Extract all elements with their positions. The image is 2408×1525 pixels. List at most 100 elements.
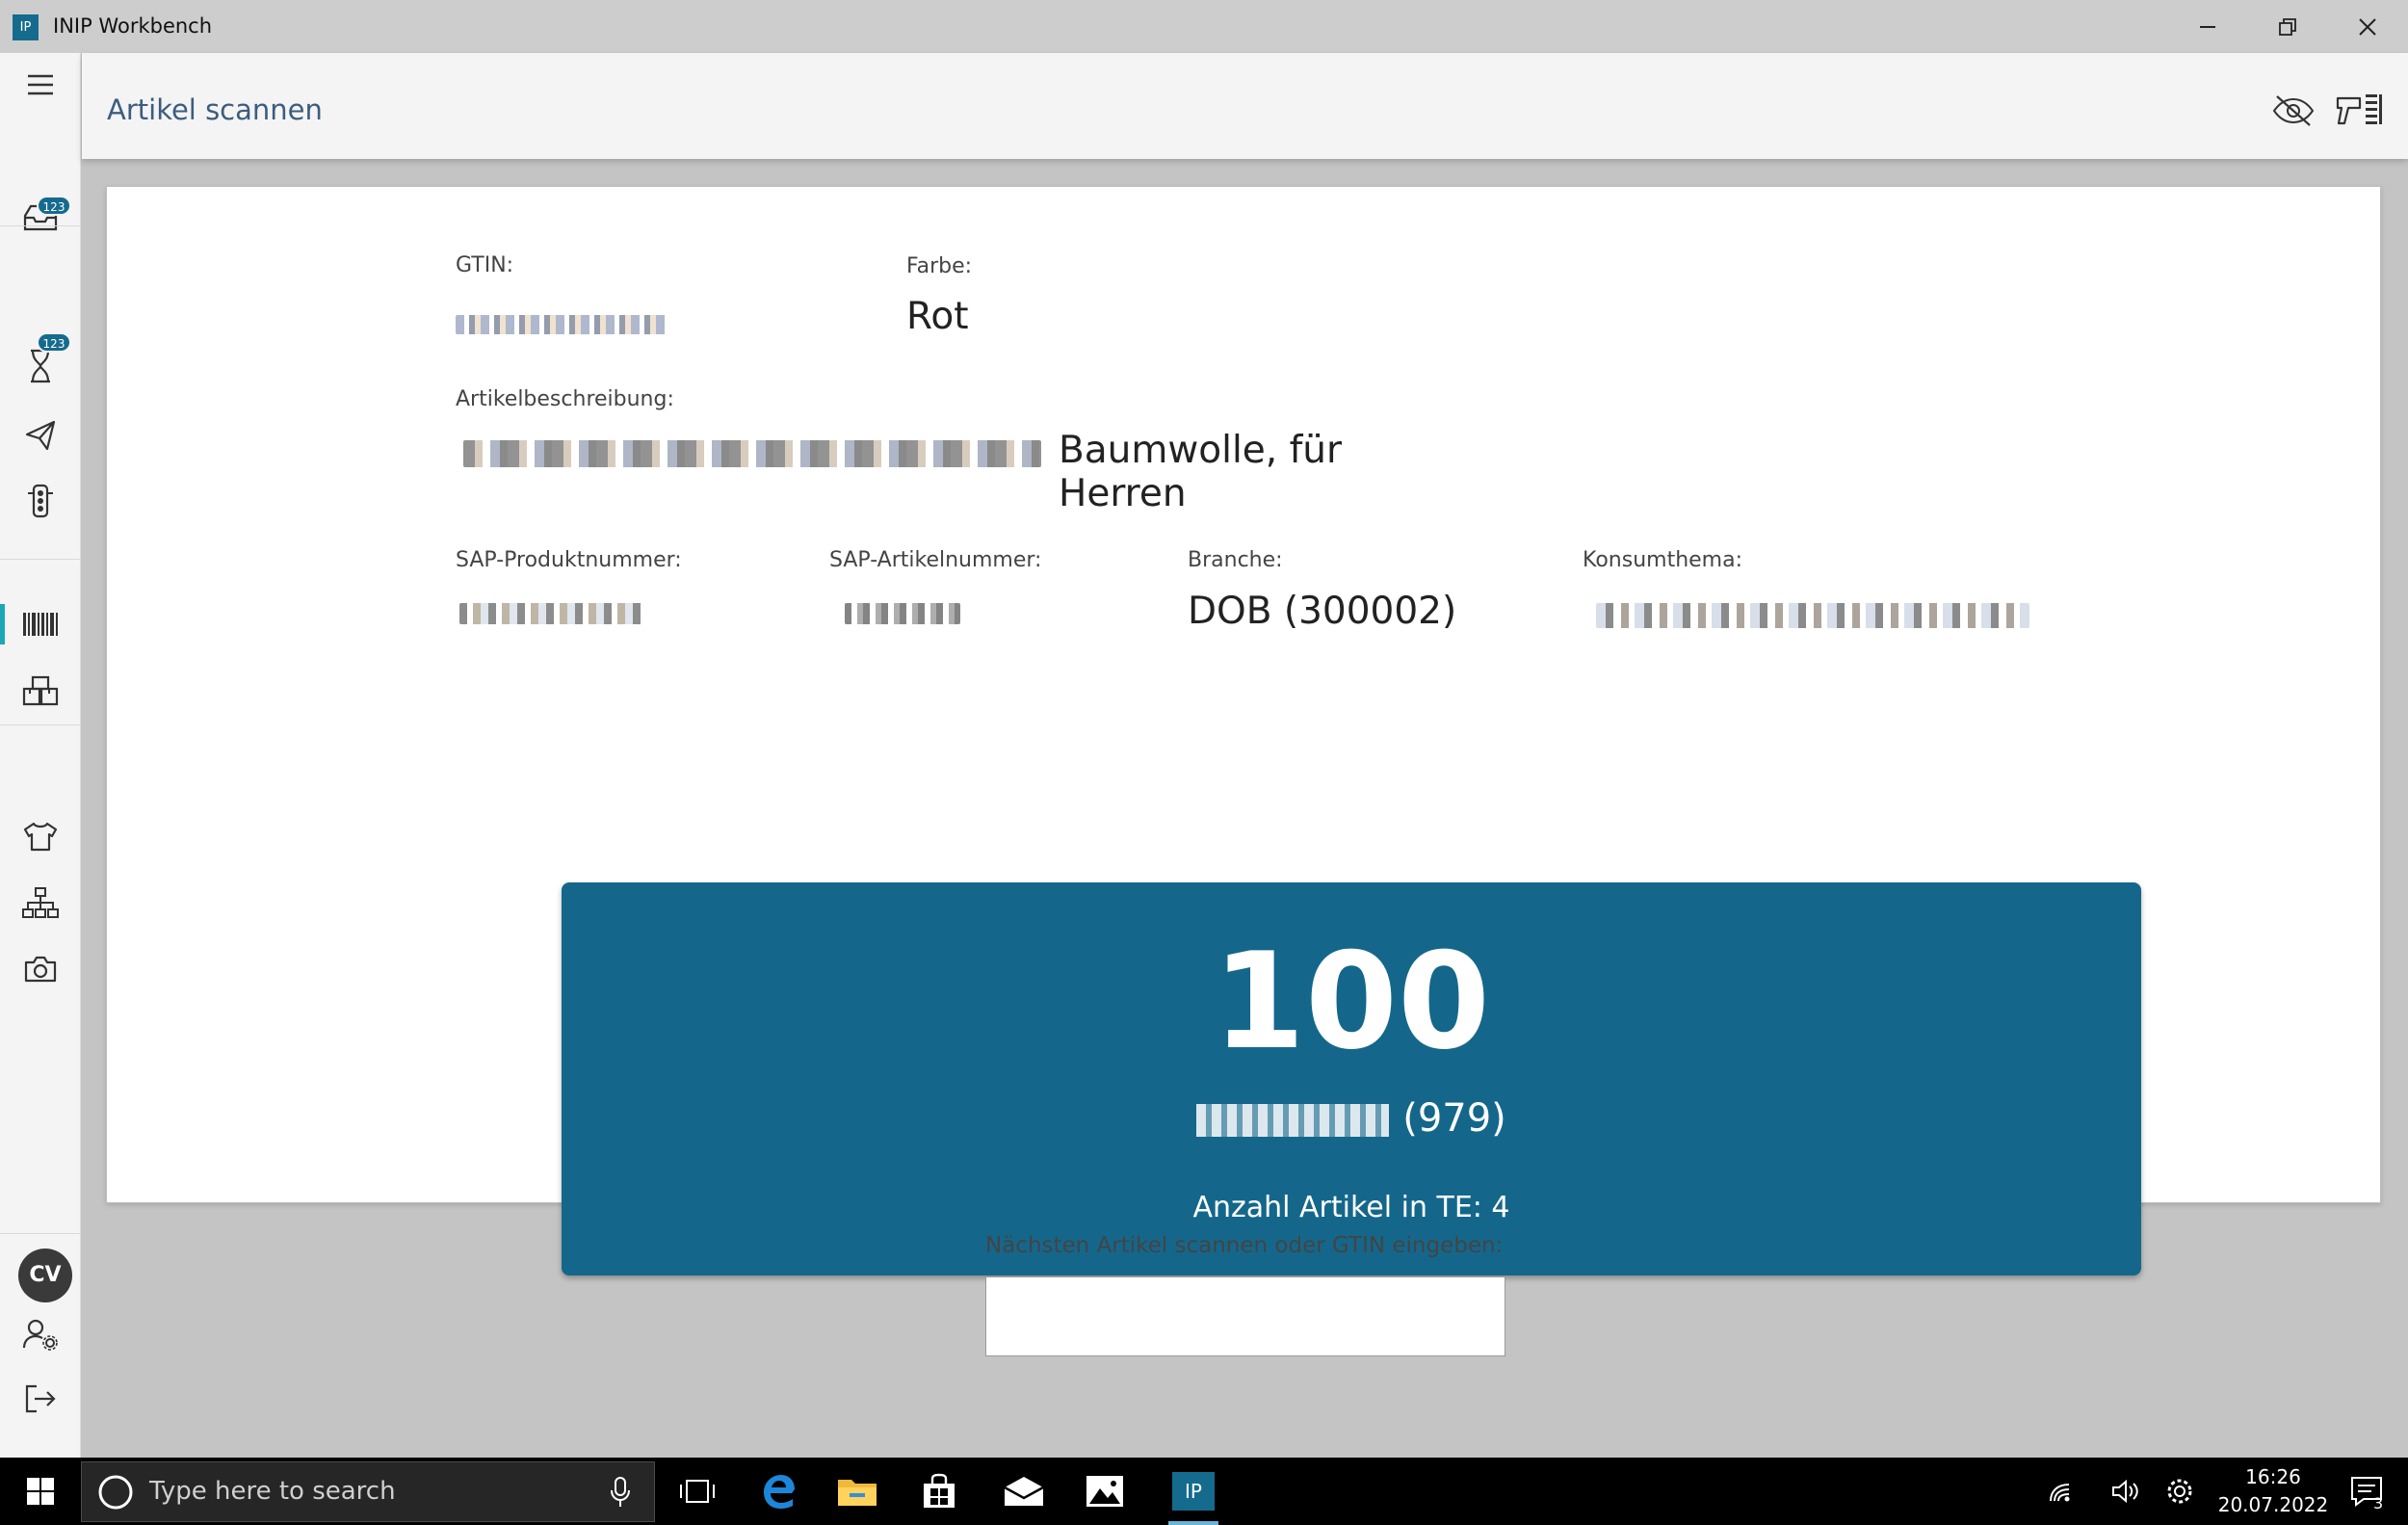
window-titlebar: IP INIP Workbench [0,0,2408,53]
farbe-value: Rot [906,295,969,338]
sidebar-item-barcode-scan[interactable] [0,595,81,653]
taskbar-inip-workbench[interactable]: IP [1168,1458,1218,1525]
taskbar-edge[interactable] [740,1458,817,1525]
camera-icon [24,956,57,983]
restore-button[interactable] [2249,0,2326,53]
cortana-circle-icon [98,1475,133,1510]
branche-value: DOB (300002) [1188,590,1457,633]
sidebar-divider [0,225,81,226]
taskbar-clock-date[interactable]: 20.07.2022 [2215,1493,2331,1516]
photos-icon [1086,1476,1123,1507]
taskbar-mail[interactable] [985,1458,1062,1525]
logout-icon [25,1384,56,1413]
gtin-label: GTIN: [456,253,514,277]
branche-label: Branche: [1188,548,1283,572]
microphone-icon[interactable] [610,1476,631,1509]
farbe-label: Farbe: [906,254,973,278]
sidebar-item-hierarchy[interactable] [0,874,81,932]
sidebar-divider [0,724,81,725]
wifi-icon [2050,1484,2070,1502]
org-chart-icon [22,887,59,918]
sap-artikelnummer-label: SAP-Artikelnummer: [829,548,1042,572]
sidebar-item-inbox[interactable]: 123 [0,188,81,246]
taskbar-photos[interactable] [1066,1458,1143,1525]
speaker-icon [2112,1479,2138,1504]
boxes-icon [22,675,59,706]
user-avatar[interactable]: CV [18,1249,72,1302]
page-title: Artikel scannen [107,93,323,126]
start-button[interactable] [2,1458,79,1525]
sap-produktnummer-value-redacted [456,601,648,630]
app-logo-icon: IP [13,14,39,40]
gtin-value-redacted [456,309,667,338]
eye-off-icon [2272,95,2315,126]
search-placeholder: Type here to search [149,1477,396,1506]
edge-browser-icon [764,1475,795,1509]
taskbar-search-box[interactable]: Type here to search [81,1461,655,1522]
gear-icon [2167,1479,2192,1504]
artikelbeschreibung-visible-text: Baumwolle, für Herren [1059,429,1343,515]
sap-produktnummer-label: SAP-Produktnummer: [456,548,682,572]
sidebar-item-send[interactable] [0,407,81,464]
active-app-underline [1168,1521,1218,1525]
sidebar-item-traffic-light[interactable] [0,472,81,530]
network-tray-button[interactable] [2037,1458,2085,1525]
items-in-te-text: Anzahl Artikel in TE: 4 [1192,1191,1510,1224]
gtin-scan-input[interactable] [985,1276,1505,1356]
scan-input-label: Nächsten Artikel scannen oder GTIN einge… [985,1233,1504,1258]
count-subtitle-redacted [1196,1104,1390,1137]
action-center-button[interactable]: 3 [2339,1458,2396,1525]
close-icon [2359,17,2376,36]
minimize-button[interactable] [2169,0,2246,53]
close-button[interactable] [2329,0,2406,53]
minimize-icon [2200,25,2215,28]
folder-icon [838,1480,877,1506]
user-settings-icon [22,1319,58,1351]
article-count-value: 100 [1212,924,1491,1079]
sidebar-item-camera[interactable] [0,940,81,998]
taskbar-store[interactable] [901,1458,978,1525]
inip-app-icon: IP [1172,1472,1215,1511]
scanner-settings-button[interactable] [2330,87,2388,135]
mail-envelope-icon [1004,1477,1044,1506]
sap-artikelnummer-value-redacted [829,601,964,630]
sidebar-item-articles[interactable] [0,807,81,865]
settings-tray-button[interactable] [2156,1458,2204,1525]
barcode-scanner-icon [2336,94,2382,125]
konsumthema-value-redacted [1583,601,2035,632]
restore-icon [2279,17,2296,36]
pending-count-badge: 123 [37,332,71,353]
paper-plane-icon [25,420,56,451]
count-subtitle-code: (979) [1402,1096,1506,1141]
sidebar-item-packages[interactable] [0,663,81,721]
taskbar-file-explorer[interactable] [819,1458,896,1525]
task-view-icon [680,1480,715,1503]
sidebar-item-user-settings[interactable] [0,1305,81,1363]
windows-logo-icon [27,1478,54,1505]
tshirt-icon [23,822,58,852]
hamburger-menu-icon [28,74,53,95]
sidebar-divider [0,1233,81,1234]
konsumthema-label: Konsumthema: [1583,548,1742,572]
sidebar-item-logout[interactable] [0,1370,81,1428]
artikelbeschreibung-label: Artikelbeschreibung: [456,387,674,411]
notification-count: 3 [2373,1494,2384,1512]
count-subtitle: (979) [562,1096,2141,1141]
task-view-button[interactable] [659,1458,736,1525]
store-bag-icon [924,1473,955,1508]
window-title: INIP Workbench [53,14,213,38]
taskbar-clock-time[interactable]: 16:26 [2215,1465,2331,1488]
traffic-light-icon [28,484,53,518]
sidebar: 123 123 CV [0,53,81,1458]
hide-visibility-button[interactable] [2264,87,2322,135]
sidebar-item-pending[interactable]: 123 [0,332,81,395]
barcode-icon [23,613,58,636]
article-count-panel: 100 (979) Anzahl Artikel in TE: 4 [562,882,2141,1275]
inbox-count-badge: 123 [37,196,71,216]
page-header: Artikel scannen [82,53,2408,159]
artikelbeschreibung-value: Baumwolle, für Herren [456,425,1467,515]
article-details-card: GTIN: Farbe: Rot Artikelbeschreibung: Ba… [106,186,2381,1275]
volume-tray-button[interactable] [2103,1458,2151,1525]
sidebar-divider [0,559,81,560]
hamburger-menu-button[interactable] [0,56,81,114]
